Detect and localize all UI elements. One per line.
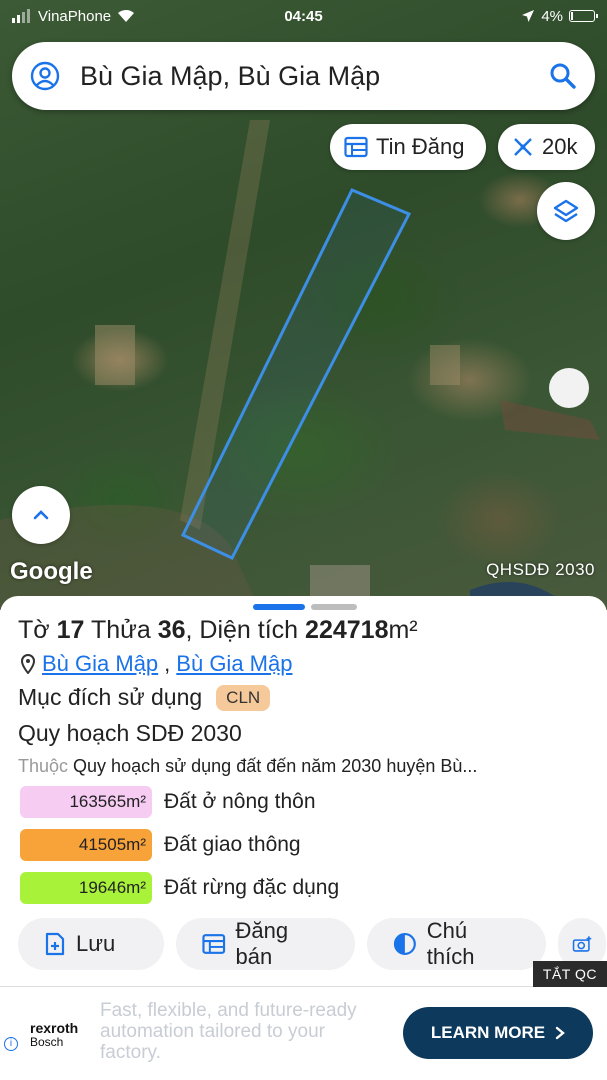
- chevron-up-icon: [33, 510, 49, 520]
- land-use-area: 163565m²: [20, 786, 152, 818]
- status-bar: VinaPhone 04:45 4%: [0, 0, 607, 32]
- land-use-area: 19646m²: [20, 872, 152, 904]
- parcel-location: Bù Gia Mập, Bù Gia Mập: [20, 651, 292, 677]
- close-ad-button[interactable]: TẮT QC: [532, 961, 607, 987]
- map-view[interactable]: VinaPhone 04:45 4% Bù Gia Mập, Bù Gia Mậ…: [0, 0, 607, 610]
- signal-icon: [12, 9, 30, 23]
- district-link[interactable]: Bù Gia Mập: [176, 651, 292, 677]
- ad-banner[interactable]: TẮT QC i rexroth Bosch Fast, flexible, a…: [0, 961, 607, 1080]
- save-label: Lưu: [76, 931, 116, 956]
- legend-button[interactable]: Chú thích: [367, 918, 546, 970]
- land-use-label: Đất rừng đặc dụng: [164, 876, 340, 899]
- account-icon[interactable]: [30, 61, 60, 91]
- map-layer-label: QHSDĐ 2030: [486, 560, 595, 579]
- area-unit: m²: [388, 616, 418, 644]
- land-use-area: 41505m²: [20, 829, 152, 861]
- map-pin-icon: [20, 654, 36, 674]
- area-value: 224718: [305, 616, 389, 644]
- add-photo-icon: [572, 936, 592, 952]
- battery-percent: 4%: [541, 7, 563, 25]
- carrier-name: VinaPhone: [38, 7, 112, 25]
- contrast-icon: [393, 933, 416, 955]
- land-use-row: 163565m² Đất ở nông thôn: [20, 786, 316, 818]
- area-label: , Diện tích: [185, 616, 299, 644]
- plan-prefix: Thuộc: [18, 756, 69, 776]
- zoom-scale-label: 20k: [542, 134, 578, 159]
- chevron-right-icon: [555, 1026, 566, 1040]
- purpose-label: Mục đích sử dụng: [18, 684, 203, 710]
- ruler-icon: [514, 138, 532, 156]
- learn-more-button[interactable]: LEARN MORE: [403, 1007, 593, 1059]
- land-use-label: Đất ở nông thôn: [164, 790, 316, 813]
- listings-icon: [344, 136, 368, 158]
- layers-button[interactable]: [537, 182, 595, 240]
- purpose-badge: CLN: [216, 684, 271, 711]
- expand-sheet-button[interactable]: [12, 486, 70, 544]
- plan-title: Quy hoạch SDĐ 2030: [18, 720, 242, 746]
- ad-info-icon[interactable]: i: [4, 1037, 18, 1051]
- google-attribution: Google: [10, 558, 93, 585]
- location-arrow-icon: [522, 10, 535, 22]
- learn-more-label: LEARN MORE: [430, 1023, 546, 1042]
- parcel-title: Tờ 17 Thửa 36, Diện tích 224718m²: [18, 616, 418, 645]
- search-input[interactable]: Bù Gia Mập, Bù Gia Mập: [80, 61, 549, 92]
- brand-sub: Bosch: [30, 1035, 64, 1050]
- clock: 04:45: [284, 7, 323, 25]
- land-use-label: Đất giao thông: [164, 833, 301, 856]
- search-bar[interactable]: Bù Gia Mập, Bù Gia Mập: [12, 42, 595, 110]
- action-bar: Lưu Đăng bán Chú thích: [18, 918, 606, 970]
- legend-label: Chú thích: [426, 918, 475, 969]
- plot-number: 36: [157, 616, 186, 644]
- map-handle-dot[interactable]: [549, 368, 589, 408]
- land-use-row: 41505m² Đất giao thông: [20, 829, 301, 861]
- zoom-scale-button[interactable]: 20k: [498, 124, 595, 170]
- commune-link[interactable]: Bù Gia Mập: [42, 651, 158, 677]
- listings-button[interactable]: Tin Đăng: [330, 124, 486, 170]
- listings-label: Tin Đăng: [376, 134, 465, 159]
- add-document-icon: [45, 932, 65, 956]
- advertiser-logo: rexroth Bosch: [30, 1020, 79, 1050]
- parcel-info-sheet: Tờ 17 Thửa 36, Diện tích 224718m² Bù Gia…: [0, 596, 607, 986]
- save-button[interactable]: Lưu: [18, 918, 164, 970]
- sheet-label: Tờ: [18, 616, 50, 644]
- listings-icon: [202, 934, 226, 954]
- sheet-handle[interactable]: [253, 604, 357, 610]
- post-sale-button[interactable]: Đăng bán: [176, 918, 355, 970]
- battery-icon: [569, 10, 598, 22]
- sheet-number: 17: [56, 616, 85, 644]
- layers-icon: [553, 199, 579, 223]
- location-separator: ,: [164, 651, 171, 676]
- land-use-row: 19646m² Đất rừng đặc dụng: [20, 872, 339, 904]
- search-icon[interactable]: [549, 62, 577, 90]
- plot-label: Thửa: [90, 616, 151, 644]
- brand-name: rexroth: [30, 1020, 79, 1036]
- land-purpose-row: Mục đích sử dụng CLN: [18, 684, 271, 711]
- wifi-icon: [118, 9, 135, 22]
- ad-copy: Fast, flexible, and future-ready automat…: [100, 1000, 357, 1063]
- post-sale-label: Đăng bán: [235, 918, 289, 969]
- plan-description: Thuộc Quy hoạch sử dụng đất đến năm 2030…: [18, 756, 588, 777]
- plan-desc-text: Quy hoạch sử dụng đất đến năm 2030 huyện…: [73, 756, 478, 776]
